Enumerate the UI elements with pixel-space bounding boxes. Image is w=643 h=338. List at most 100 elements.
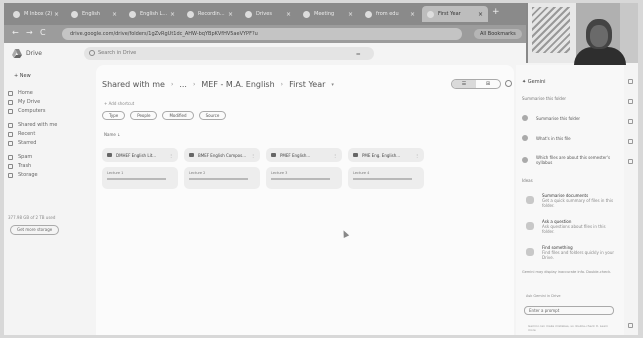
bookmarks-button[interactable]: All Bookmarks: [474, 29, 522, 39]
gemini-footer: Gemini may display inaccurate info. Doub…: [522, 270, 612, 274]
nav-item-trash[interactable]: Trash: [8, 162, 31, 170]
nav-item-storage[interactable]: Storage: [8, 171, 38, 179]
search-filter-icon[interactable]: ⚌: [356, 51, 360, 57]
tab-close-icon[interactable]: ×: [54, 11, 59, 18]
tab-close-icon[interactable]: ×: [348, 11, 353, 18]
folder-item[interactable]: DMHEF English Lit... ⋮: [102, 148, 178, 162]
gemini-title: ✦ Gemini: [522, 79, 546, 85]
calendar-icon[interactable]: [628, 79, 633, 84]
gemini-idea-card[interactable]: Find something Find files and folders qui…: [522, 245, 618, 267]
tab-favicon-icon: [187, 10, 194, 18]
more-options-icon[interactable]: ⋮: [415, 153, 419, 158]
tab-close-icon[interactable]: ×: [228, 11, 233, 18]
nav-item-my-drive[interactable]: My Drive: [8, 98, 40, 106]
gemini-side-panel: ✦ Gemini Summarise this folder Summarise…: [516, 65, 624, 335]
browser-tab[interactable]: English ×: [66, 6, 122, 22]
nav-item-shared-with-me[interactable]: Shared with me: [8, 121, 57, 129]
more-options-icon[interactable]: ⋮: [251, 153, 255, 158]
sparkle-icon: [522, 157, 528, 163]
tasks-icon[interactable]: [628, 119, 633, 124]
question-icon: [526, 222, 534, 230]
tab-close-icon[interactable]: ×: [478, 11, 483, 18]
webcam-video-overlay: [526, 3, 638, 65]
document-icon: [526, 196, 534, 204]
gemini-idea-card[interactable]: Summarise documents Get a quick summary o…: [522, 193, 618, 215]
contacts-icon[interactable]: [628, 139, 633, 144]
more-options-icon[interactable]: ⋮: [169, 153, 173, 158]
clock-icon: [8, 131, 13, 137]
breadcrumb-item[interactable]: ...: [179, 80, 187, 89]
spam-icon: [8, 154, 13, 160]
filter-chip-people[interactable]: People: [130, 111, 158, 120]
add-shortcut-button[interactable]: + Add shortcut: [104, 101, 134, 106]
get-more-storage-button[interactable]: Get more storage: [10, 225, 60, 235]
filter-chip-type[interactable]: Type: [102, 111, 126, 120]
reload-button[interactable]: C: [40, 28, 46, 37]
address-bar[interactable]: drive.google.com/drive/folders/1gZvRgUt1…: [62, 28, 462, 40]
breadcrumb-item[interactable]: MEF - M.A. English: [201, 80, 274, 89]
browser-tab[interactable]: Drives ×: [240, 6, 296, 22]
list-view-button[interactable]: ☰: [452, 80, 476, 88]
screen: M Inbox (2) × English × English L... × Reco…: [4, 3, 638, 335]
tab-favicon-icon: [365, 10, 372, 18]
file-preview-line: [353, 178, 413, 180]
home-icon: [8, 90, 13, 96]
left-navigation: + New Home My Drive Computers Shared wit…: [4, 65, 94, 335]
file-card[interactable]: Lecture 4: [348, 167, 424, 189]
tab-close-icon[interactable]: ×: [170, 11, 175, 18]
folder-item[interactable]: PMEF English... ⋮: [266, 148, 342, 162]
forward-button[interactable]: →: [26, 28, 33, 37]
tab-close-icon[interactable]: ×: [286, 11, 291, 18]
browser-tab[interactable]: English L... ×: [124, 6, 180, 22]
file-card[interactable]: Lecture 1: [102, 167, 178, 189]
browser-tab[interactable]: Recordin... ×: [182, 6, 238, 22]
browser-tab[interactable]: from edu ×: [360, 6, 420, 22]
filter-chip-source[interactable]: Source: [198, 111, 227, 120]
tab-favicon-icon: [13, 10, 20, 18]
gemini-suggestion[interactable]: Summarise this folder: [522, 111, 618, 125]
folder-item[interactable]: BMEF English Compos... ⋮: [184, 148, 260, 162]
file-card[interactable]: Lecture 2: [184, 167, 260, 189]
browser-tab-active[interactable]: First Year ×: [422, 6, 488, 22]
sort-by-name-button[interactable]: Name ↓: [104, 132, 120, 137]
drive-logo-icon[interactable]: [12, 49, 22, 58]
expand-panel-icon[interactable]: [628, 323, 633, 328]
browser-tab[interactable]: Meeting ×: [298, 6, 358, 22]
file-card[interactable]: Lecture 3: [266, 167, 342, 189]
keep-icon[interactable]: [628, 99, 633, 104]
nav-item-recent[interactable]: Recent: [8, 130, 35, 138]
gemini-idea-card[interactable]: Ask a question Ask questions about files …: [522, 219, 618, 241]
chevron-down-icon[interactable]: ▾: [331, 82, 334, 88]
star-icon: [8, 140, 13, 146]
nav-item-spam[interactable]: Spam: [8, 153, 32, 161]
computer-icon: [8, 108, 13, 114]
gemini-prompt-input[interactable]: Enter a prompt: [524, 306, 614, 315]
sparkle-icon: [522, 135, 528, 141]
new-tab-button[interactable]: +: [492, 7, 500, 17]
nav-item-computers[interactable]: Computers: [8, 107, 45, 115]
new-button[interactable]: + New: [8, 71, 37, 81]
info-icon[interactable]: [505, 80, 512, 87]
gemini-suggestion[interactable]: Which files are about this semester's sy…: [522, 153, 618, 167]
tab-favicon-icon: [129, 10, 136, 18]
folder-item[interactable]: PME Eng. English... ⋮: [348, 148, 424, 162]
breadcrumb-item[interactable]: Shared with me: [102, 80, 165, 89]
tab-close-icon[interactable]: ×: [112, 11, 117, 18]
grid-view-button[interactable]: ⊞: [476, 80, 500, 88]
browser-tab[interactable]: M Inbox (2) ×: [8, 6, 64, 22]
tab-close-icon[interactable]: ×: [410, 11, 415, 18]
gemini-suggestion[interactable]: What's in this file: [522, 131, 618, 145]
webcam-person-face: [590, 25, 608, 47]
storage-usage-text: 377.98 GB of 2 TB used: [8, 215, 56, 220]
more-options-icon[interactable]: ⋮: [333, 153, 337, 158]
tab-favicon-icon: [71, 10, 78, 18]
search-input[interactable]: Search in Drive: [84, 47, 374, 60]
filter-chip-modified[interactable]: Modified: [162, 111, 194, 120]
drive-icon: [8, 99, 13, 105]
nav-item-starred[interactable]: Starred: [8, 139, 36, 147]
nav-item-home[interactable]: Home: [8, 89, 33, 97]
chevron-right-icon: ›: [280, 81, 284, 88]
back-button[interactable]: ←: [12, 28, 19, 37]
breadcrumb-current[interactable]: First Year: [289, 80, 325, 89]
add-app-icon[interactable]: [628, 159, 633, 164]
